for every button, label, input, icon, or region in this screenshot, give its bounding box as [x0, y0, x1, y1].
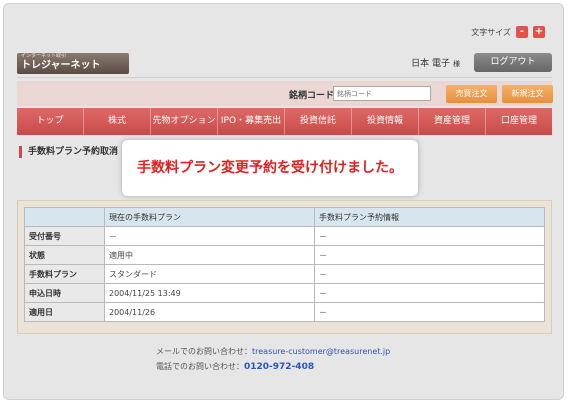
table-header-reserved: 手数料プラン予約情報: [314, 207, 545, 227]
sell-buy-order-button[interactable]: 売買注文: [446, 85, 497, 103]
table-row: 状態 適用中 －: [24, 245, 545, 265]
logo-title: トレジャーネット: [21, 60, 101, 71]
reserved-value: －: [314, 283, 545, 303]
row-label: 受付番号: [24, 226, 105, 246]
tel-prefix: 電話でのお問い合わせ：: [156, 362, 244, 371]
contact-tel-line: 電話でのお問い合わせ：0120-972-408: [156, 359, 390, 375]
reserved-value: －: [314, 264, 545, 284]
current-value: －: [104, 226, 315, 246]
mail-prefix: メールでのお問い合わせ：: [156, 347, 252, 356]
ticker-input[interactable]: [333, 86, 431, 101]
table-row: 受付番号 － －: [24, 226, 545, 246]
plan-table: 現在の手数料プラン 手数料プラン予約情報 受付番号 － － 状態 適用中 － 手…: [24, 207, 545, 322]
current-value: 適用中: [104, 245, 315, 265]
table-header-row: 現在の手数料プラン 手数料プラン予約情報: [24, 207, 545, 227]
current-value: スタンダード: [104, 264, 315, 284]
nav-item-stocks[interactable]: 株式: [84, 108, 151, 135]
main-nav: トップ 株式 先物オプション IPO・募集売出 投資信託 投資情報 資産管理 口…: [17, 108, 552, 135]
row-label: 手数料プラン: [24, 264, 105, 284]
table-row: 申込日時 2004/11/25 13:49 －: [24, 283, 545, 303]
row-label: 状態: [24, 245, 105, 265]
user-name-text: 日本 電子: [411, 59, 450, 69]
current-value: 2004/11/25 13:49: [104, 283, 315, 303]
nav-item-account-management[interactable]: 口座管理: [486, 108, 552, 135]
confirmation-message: 手数料プラン変更予約を受け付けました。: [122, 140, 418, 196]
header-divider: [17, 77, 552, 78]
current-value: 2004/11/26: [104, 302, 315, 322]
table-row: 手数料プラン スタンダード －: [24, 264, 545, 284]
logo-subtitle: インターネット取引: [21, 53, 67, 59]
nav-item-futures-options[interactable]: 先物オプション: [151, 108, 218, 135]
reserved-value: －: [314, 245, 545, 265]
table-row: 適用日 2004/11/26 －: [24, 302, 545, 322]
support-email-link[interactable]: treasure-customer@treasurenet.jp: [252, 347, 390, 356]
ticker-bar: 銘柄コード 売買注文 新規注文: [17, 81, 553, 106]
contact-info: メールでのお問い合わせ：treasure-customer@treasurene…: [156, 344, 390, 375]
page-frame: 文字サイズ - + インターネット取引 トレジャーネット 日本 電子様 ログアウ…: [3, 3, 564, 400]
nav-item-investment-trust[interactable]: 投資信託: [285, 108, 352, 135]
reserved-value: －: [314, 302, 545, 322]
nav-item-ipo[interactable]: IPO・募集売出: [218, 108, 285, 135]
font-size-label: 文字サイズ: [471, 27, 511, 37]
nav-item-top[interactable]: トップ: [17, 108, 84, 135]
user-name: 日本 電子様: [411, 56, 460, 69]
table-header-current: 現在の手数料プラン: [104, 207, 315, 227]
plan-table-container: 現在の手数料プラン 手数料プラン予約情報 受付番号 － － 状態 適用中 － 手…: [17, 200, 552, 334]
section-title: 手数料プラン予約取消: [19, 146, 118, 158]
row-label: 適用日: [24, 302, 105, 322]
nav-item-investment-info[interactable]: 投資情報: [352, 108, 419, 135]
new-order-button[interactable]: 新規注文: [502, 85, 553, 103]
user-honorific: 様: [453, 60, 460, 68]
ticker-label: 銘柄コード: [289, 91, 335, 101]
font-increase-button[interactable]: +: [533, 26, 545, 38]
support-phone-link[interactable]: 0120-972-408: [244, 362, 314, 372]
nav-item-asset-management[interactable]: 資産管理: [419, 108, 486, 135]
site-logo[interactable]: インターネット取引 トレジャーネット: [17, 53, 129, 74]
reserved-value: －: [314, 226, 545, 246]
table-header-corner: [24, 207, 105, 227]
contact-mail-line: メールでのお問い合わせ：treasure-customer@treasurene…: [156, 344, 390, 359]
row-label: 申込日時: [24, 283, 105, 303]
logout-button[interactable]: ログアウト: [474, 53, 552, 72]
font-size-control: 文字サイズ - +: [471, 26, 545, 38]
font-decrease-button[interactable]: -: [516, 26, 528, 38]
